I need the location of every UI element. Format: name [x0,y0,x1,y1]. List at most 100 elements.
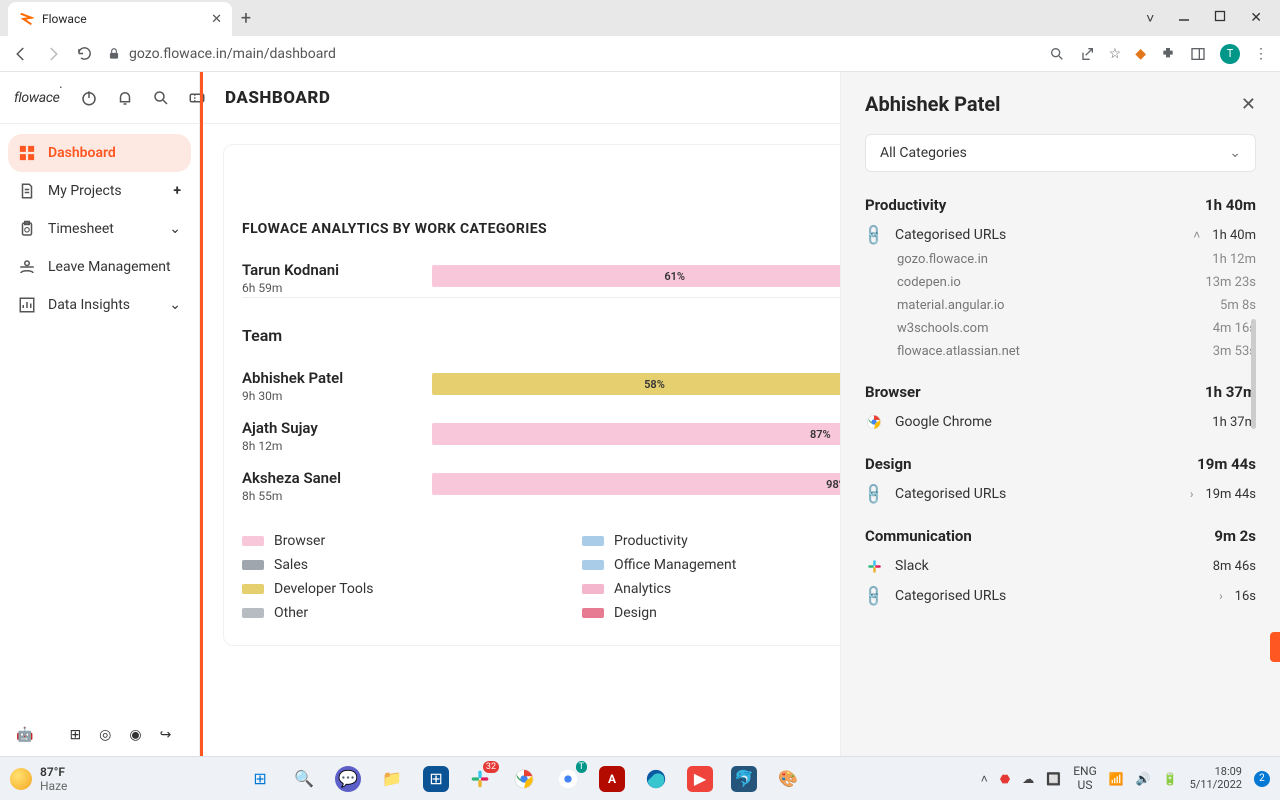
slack-taskbar-icon[interactable]: 32 [467,766,493,792]
mysql-icon[interactable]: 🐬 [731,766,757,792]
anydesk-icon[interactable]: ▶ [687,766,713,792]
legend-item: Design [582,605,862,621]
star-icon[interactable]: ☆ [1109,46,1122,62]
chat-icon[interactable]: 💬 [335,766,361,792]
sidebar-item-label: Data Insights [48,297,130,313]
sidebar-item-leave-management[interactable]: Leave Management [8,248,191,286]
sidebar-item-my-projects[interactable]: My Projects + [8,172,191,210]
sidepanel-icon[interactable] [1190,46,1206,62]
search-icon[interactable] [152,89,170,107]
url-row[interactable]: codepen.io13m 23s [865,275,1256,290]
sidebar-item-label: Dashboard [48,145,116,161]
battery-icon[interactable]: 🔋 [1163,772,1178,786]
legend-item: Sales [242,557,522,573]
analytics-title: FLOWACE ANALYTICS BY WORK CATEGORIES [242,221,547,237]
android-icon[interactable]: 🤖 [16,727,33,743]
zoom-icon[interactable] [1049,46,1065,62]
chevron-right-icon: › [1190,487,1194,501]
bell-icon[interactable] [116,89,134,107]
legend-item: Developer Tools [242,581,522,597]
section-browser: Browser 1h 37m Google Chrome 1h 37m [865,383,1256,431]
url-row[interactable]: flowace.atlassian.net3m 53s [865,344,1256,359]
extensions-icon[interactable] [1160,46,1176,62]
link-icon: 🔗 [861,583,886,608]
panel-close-icon[interactable]: ✕ [1241,94,1256,115]
profile-avatar[interactable]: T [1220,44,1240,64]
brand-logo[interactable]: flowace• [14,90,62,106]
minimize-icon[interactable] [1178,10,1190,27]
sidebar-item-label: Leave Management [48,259,171,275]
browser-tab[interactable]: Flowace ✕ [8,2,232,36]
paint-icon[interactable]: 🎨 [775,766,801,792]
metamask-icon[interactable]: ◆ [1135,46,1146,62]
url-text[interactable]: gozo.flowace.in/main/dashboard [129,46,336,62]
start-icon[interactable]: ⊞ [247,766,273,792]
legend-item: Analytics [582,581,862,597]
sidebar-item-timesheet[interactable]: Timesheet ⌄ [8,210,191,248]
section-communication: Communication 9m 2s Slack 8m 46s 🔗 Categ… [865,527,1256,605]
taskbar-search-icon[interactable]: 🔍 [291,766,317,792]
chevron-up-icon: ˄ [1193,228,1200,242]
maximize-icon[interactable] [1214,10,1226,27]
link-icon: 🔗 [861,222,886,247]
share-arrow-icon[interactable]: ↪ [160,727,172,743]
plus-icon[interactable]: + [173,183,181,199]
row-slack[interactable]: Slack 8m 46s [865,557,1256,575]
weather-widget[interactable]: 87°F Haze [10,765,67,793]
chevron-down-icon[interactable]: ˅ [1146,10,1154,27]
lock-icon[interactable] [107,47,121,61]
legend-item: Browser [242,533,522,549]
sidebar-item-label: Timesheet [48,221,114,237]
kebab-menu-icon[interactable]: ⋮ [1254,46,1268,62]
ms-store-icon[interactable]: ⊞ [423,766,449,792]
tray-chevron-icon[interactable]: ˄ [981,772,988,786]
chrome-taskbar-icon[interactable] [511,766,537,792]
power-icon[interactable] [80,89,98,107]
sidebar-item-dashboard[interactable]: Dashboard [8,134,191,172]
acrobat-icon[interactable]: A [599,766,625,792]
close-window-icon[interactable]: ✕ [1250,10,1262,27]
page-title: DASHBOARD [225,88,330,108]
leave-icon [18,258,36,276]
row-categorised-urls[interactable]: 🔗 Categorised URLs ˄ 1h 40m [865,226,1256,244]
section-productivity: Productivity 1h 40m 🔗 Categorised URLs ˄… [865,196,1256,359]
wifi-icon[interactable]: 📶 [1109,772,1124,786]
row-google-chrome[interactable]: Google Chrome 1h 37m [865,413,1256,431]
tab-close-icon[interactable]: ✕ [211,12,222,27]
url-row[interactable]: gozo.flowace.in1h 12m [865,252,1256,267]
onedrive-icon[interactable]: ☁ [1022,772,1034,786]
sun-icon [10,768,32,790]
chrome-canary-icon[interactable]: T [555,766,581,792]
clipboard-icon [18,220,36,238]
legend-item: Office Management [582,557,862,573]
url-row[interactable]: w3schools.com4m 16s [865,321,1256,336]
nav-back-icon[interactable] [12,45,30,63]
nav-forward-icon [44,45,62,63]
reload-icon[interactable] [76,45,93,62]
windows-icon[interactable]: ⊞ [69,727,81,743]
notifications-icon[interactable]: 2 [1254,771,1270,787]
firefox-icon[interactable]: ◉ [129,727,141,743]
tray-app-icon[interactable]: ⬣ [1000,772,1010,786]
category-select[interactable]: All Categories ⌄ [865,134,1256,172]
edge-icon[interactable] [643,766,669,792]
volume-icon[interactable]: 🔊 [1136,772,1151,786]
row-comm-urls[interactable]: 🔗 Categorised URLs › 16s [865,587,1256,605]
row-design-urls[interactable]: 🔗 Categorised URLs › 19m 44s [865,485,1256,503]
new-tab-button[interactable]: + [232,8,260,29]
file-explorer-icon[interactable]: 📁 [379,766,405,792]
clock[interactable]: 18:095/11/2022 [1190,766,1242,791]
chrome-icon [865,413,883,431]
tray-misc-icon[interactable]: 🔲 [1046,772,1061,786]
url-row[interactable]: material.angular.io5m 8s [865,298,1256,313]
detail-panel: Abhishek Patel ✕ All Categories ⌄ Produc… [840,72,1280,756]
scrollbar[interactable] [1251,319,1256,429]
feedback-tab[interactable] [1270,632,1280,662]
slack-icon [865,557,883,575]
sidebar-item-label: My Projects [48,183,122,199]
sidebar-item-data-insights[interactable]: Data Insights ⌄ [8,286,191,324]
link-icon: 🔗 [861,481,886,506]
chevron-down-icon: ⌄ [1229,145,1241,161]
share-icon[interactable] [1079,46,1095,62]
chrome-icon[interactable]: ◎ [99,727,111,743]
